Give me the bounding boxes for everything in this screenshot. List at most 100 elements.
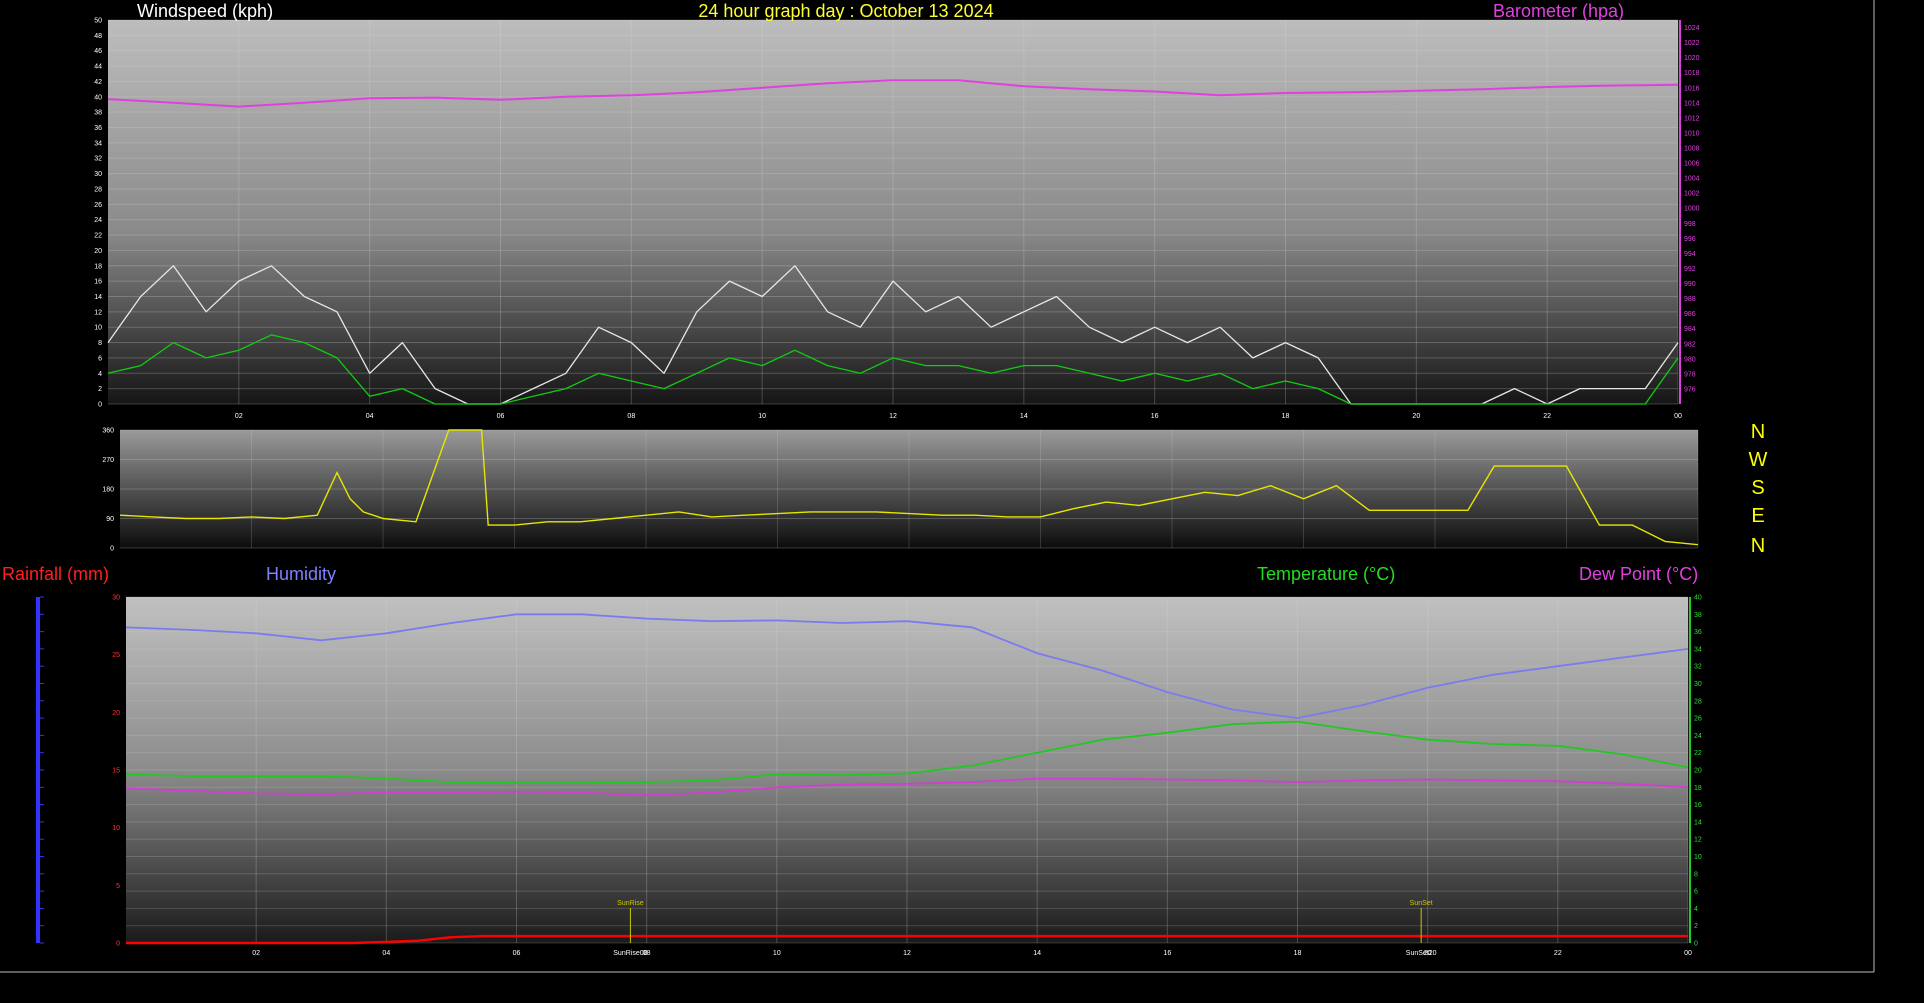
barometer-y-tick: 1006 — [1684, 161, 1700, 168]
wind-y-tick: 12 — [94, 309, 102, 316]
dew-point-axis-title: Dew Point (°C) — [1579, 564, 1698, 584]
rainfall-y-tick: 5 — [116, 883, 120, 890]
compass-label-n-top: N — [1751, 421, 1765, 443]
wind-y-tick: 24 — [94, 217, 102, 224]
temperature-y-tick: 26 — [1694, 716, 1702, 723]
barometer-y-tick: 1002 — [1684, 191, 1700, 198]
lower-x-tick: 04 — [382, 950, 390, 957]
wind-y-tick: 46 — [94, 48, 102, 55]
barometer-y-tick: 986 — [1684, 311, 1696, 318]
compass-label-e: E — [1751, 505, 1764, 527]
rainfall-y-tick: 15 — [112, 768, 120, 775]
wind-y-tick: 10 — [94, 325, 102, 332]
lower-x-tick: 16 — [1163, 950, 1171, 957]
wind-y-tick: 4 — [98, 371, 102, 378]
temperature-y-tick: 28 — [1694, 698, 1702, 705]
barometer-y-tick: 1000 — [1684, 206, 1700, 213]
rain-axis-bar — [36, 597, 40, 943]
wind-x-tick: 06 — [497, 413, 505, 420]
lower-x-tick: 00 — [1684, 950, 1692, 957]
wind-y-tick: 14 — [94, 294, 102, 301]
temperature-y-tick: 14 — [1694, 819, 1702, 826]
wind-y-tick: 20 — [94, 248, 102, 255]
temperature-y-tick: 24 — [1694, 733, 1702, 740]
wind-y-tick: 50 — [94, 18, 102, 25]
temperature-y-tick: 20 — [1694, 768, 1702, 775]
sunset-label: SunSet — [1410, 900, 1433, 907]
wind-y-tick: 2 — [98, 386, 102, 393]
compass-label-w: W — [1749, 449, 1768, 471]
rainfall-axis-title: Rainfall (mm) — [2, 564, 109, 584]
lower-x-tick: 12 — [903, 950, 911, 957]
wind-x-tick: 02 — [235, 413, 243, 420]
temperature-y-tick: 40 — [1694, 595, 1702, 602]
direction-y-tick: 180 — [102, 487, 114, 494]
wind-y-tick: 28 — [94, 186, 102, 193]
wind-x-tick: 20 — [1412, 413, 1420, 420]
wind-y-tick: 34 — [94, 140, 102, 147]
barometer-y-tick: 1010 — [1684, 130, 1700, 137]
lower-x-tick: 02 — [252, 950, 260, 957]
wind-x-tick: 22 — [1543, 413, 1551, 420]
wind-y-tick: 42 — [94, 79, 102, 86]
lower-x-tick: 18 — [1294, 950, 1302, 957]
barometer-y-tick: 994 — [1684, 251, 1696, 258]
barometer-y-tick: 978 — [1684, 371, 1696, 378]
temperature-y-tick: 34 — [1694, 646, 1702, 653]
temperature-y-tick: 0 — [1694, 941, 1698, 948]
wind-y-tick: 36 — [94, 125, 102, 132]
direction-y-tick: 270 — [102, 457, 114, 464]
weather-graph: 0246810121416182022242628303234363840424… — [0, 0, 1875, 973]
barometer-y-tick: 980 — [1684, 356, 1696, 363]
wind-y-tick: 30 — [94, 171, 102, 178]
wind-x-tick: 16 — [1151, 413, 1159, 420]
barometer-y-tick: 988 — [1684, 296, 1696, 303]
wind-y-tick: 0 — [98, 402, 102, 409]
temperature-y-tick: 36 — [1694, 629, 1702, 636]
rainfall-y-tick: 0 — [116, 941, 120, 948]
lower-x-tick: 06 — [513, 950, 521, 957]
temperature-y-tick: 16 — [1694, 802, 1702, 809]
wind-x-tick: 00 — [1674, 413, 1682, 420]
barometer-y-tick: 1014 — [1684, 100, 1700, 107]
temperature-y-tick: 18 — [1694, 785, 1702, 792]
wind-y-tick: 6 — [98, 355, 102, 362]
wind-y-tick: 44 — [94, 64, 102, 71]
barometer-y-tick: 984 — [1684, 326, 1696, 333]
barometer-axis-title: Barometer (hpa) — [1493, 1, 1624, 21]
barometer-y-tick: 1022 — [1684, 40, 1700, 47]
barometer-y-tick: 996 — [1684, 236, 1696, 243]
lower-x-tick: 10 — [773, 950, 781, 957]
barometer-y-tick: 1018 — [1684, 70, 1700, 77]
barometer-y-tick: 1008 — [1684, 146, 1700, 153]
barometer-y-tick: 990 — [1684, 281, 1696, 288]
wind-y-tick: 48 — [94, 33, 102, 40]
rainfall-y-tick: 10 — [112, 825, 120, 832]
barometer-y-tick: 998 — [1684, 221, 1696, 228]
wind-y-tick: 38 — [94, 110, 102, 117]
wind-y-tick: 16 — [94, 279, 102, 286]
barometer-y-tick: 1020 — [1684, 55, 1700, 62]
temperature-y-tick: 6 — [1694, 889, 1698, 896]
wind-x-tick: 04 — [366, 413, 374, 420]
wind-y-tick: 40 — [94, 94, 102, 101]
humidity-axis-title: Humidity — [266, 564, 336, 584]
temperature-y-tick: 30 — [1694, 681, 1702, 688]
wind-x-tick: 18 — [1282, 413, 1290, 420]
rainfall-y-tick: 20 — [112, 710, 120, 717]
temperature-y-tick: 38 — [1694, 612, 1702, 619]
barometer-y-tick: 992 — [1684, 266, 1696, 273]
rainfall-y-tick: 25 — [112, 652, 120, 659]
windspeed-axis-title: Windspeed (kph) — [137, 1, 273, 21]
sunset-x-label: SunSet20 — [1406, 950, 1437, 957]
sunrise-label: SunRise — [617, 900, 644, 907]
wind-x-tick: 08 — [627, 413, 635, 420]
barometer-y-tick: 1024 — [1684, 25, 1700, 32]
barometer-y-tick: 1012 — [1684, 115, 1700, 122]
compass-labels: N W S E N — [1749, 421, 1768, 557]
direction-y-tick: 0 — [110, 546, 114, 553]
wind-x-tick: 12 — [889, 413, 897, 420]
temperature-y-tick: 10 — [1694, 854, 1702, 861]
wind-y-tick: 32 — [94, 156, 102, 163]
temperature-y-tick: 8 — [1694, 871, 1698, 878]
